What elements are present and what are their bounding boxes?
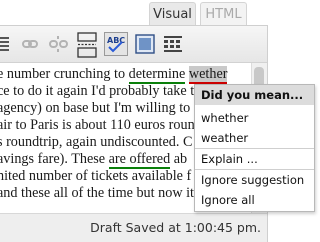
text-line: nited number of tickets available f — [0, 168, 192, 184]
text-line: ce to do it again I'd probably take t — [0, 83, 195, 99]
text-line: s roundtrip, again undiscounted. C — [0, 134, 193, 150]
fullscreen-icon[interactable] — [133, 32, 157, 56]
ignore-all-menu-item[interactable]: Ignore all — [195, 190, 314, 210]
tab-html[interactable]: HTML — [200, 2, 247, 25]
grammar-flagged-word[interactable]: determine — [128, 66, 186, 84]
menu-header: Did you mean... — [195, 85, 314, 105]
svg-text:ABC: ABC — [107, 36, 125, 45]
more-tag-icon[interactable] — [75, 32, 99, 58]
link-icon[interactable] — [17, 32, 43, 56]
text-line: agency) on base but I'm willing to — [0, 100, 191, 116]
explain-menu-item[interactable]: Explain ... — [195, 149, 314, 169]
draft-saved-status: Draft Saved at 1:00:45 pm. — [90, 220, 261, 235]
text-fragment: e number crunching to — [0, 66, 129, 82]
text-line: avings fare). These are offered ab — [0, 151, 188, 169]
suggestion-whether[interactable]: whether — [195, 108, 314, 128]
indent-icon[interactable] — [0, 32, 13, 56]
tab-visual[interactable]: Visual — [149, 2, 196, 25]
misspelled-word[interactable]: wether — [188, 66, 228, 84]
suggestion-weather[interactable]: weather — [195, 128, 314, 148]
editor-statusbar: Draft Saved at 1:00:45 pm. — [0, 213, 267, 242]
spellcheck-context-menu: Did you mean... whether weather Explain … — [194, 84, 315, 212]
unlink-icon[interactable] — [45, 32, 71, 56]
kitchen-sink-icon[interactable] — [161, 32, 185, 56]
text-line: e number crunching to determine wether — [0, 66, 228, 84]
ignore-suggestion-menu-item[interactable]: Ignore suggestion — [195, 170, 314, 190]
text-fragment: ab — [170, 151, 188, 167]
editor-toolbar: ABC — [0, 26, 267, 63]
text-fragment: avings fare). These — [0, 151, 109, 167]
grammar-flagged-phrase[interactable]: are offered — [108, 151, 171, 169]
text-line: air to Paris is about 110 euros round — [0, 117, 202, 133]
spellcheck-icon[interactable]: ABC — [104, 32, 128, 56]
